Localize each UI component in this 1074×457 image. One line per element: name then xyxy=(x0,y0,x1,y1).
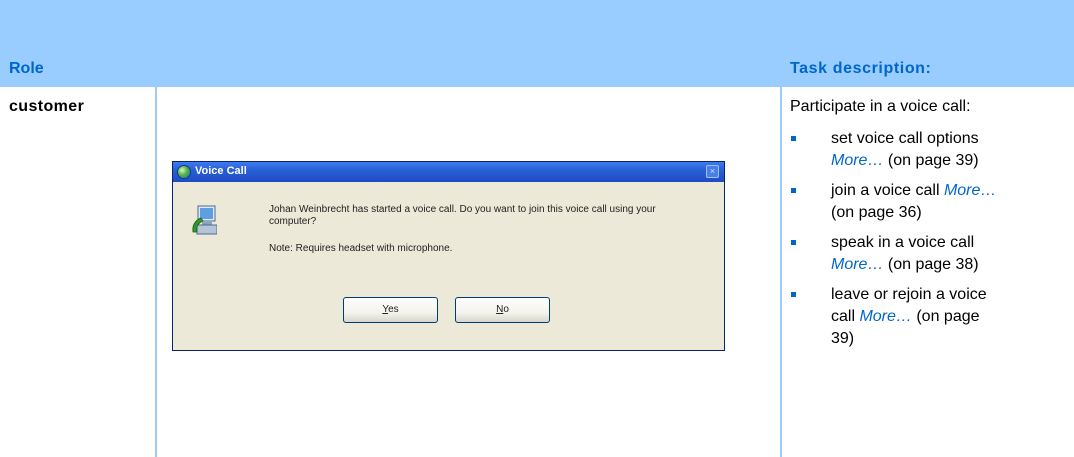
bullet-icon xyxy=(791,240,796,245)
close-icon[interactable]: × xyxy=(706,165,719,178)
role-cell: customer xyxy=(9,98,85,115)
more-link[interactable]: More… xyxy=(831,152,883,169)
list-item: join a voice call More… (on page 36) xyxy=(790,180,1074,224)
column-divider-right xyxy=(780,87,782,457)
computer-phone-icon xyxy=(192,205,217,235)
list-item: set voice call options More… (on page 39… xyxy=(790,128,1074,172)
voice-call-dialog-screenshot: Voice Call × Johan Weinbrecht has starte… xyxy=(172,161,725,351)
dialog-titlebar: Voice Call × xyxy=(173,162,724,182)
table-header: Role Task description: xyxy=(0,0,1074,87)
dialog-title: Voice Call xyxy=(195,165,247,177)
bullet-icon xyxy=(791,188,796,193)
list-item: speak in a voice call More… (on page 38) xyxy=(790,232,1074,276)
bullet-icon xyxy=(791,136,796,141)
yes-button[interactable]: Yes xyxy=(343,297,438,323)
dialog-note: Note: Requires headset with microphone. xyxy=(269,243,453,254)
header-task-description: Task description: xyxy=(790,60,932,77)
dialog-message: Johan Weinbrecht has started a voice cal… xyxy=(269,204,656,227)
globe-icon xyxy=(177,165,191,179)
more-link[interactable]: More… xyxy=(859,308,911,325)
more-link[interactable]: More… xyxy=(944,182,996,199)
more-link[interactable]: More… xyxy=(831,256,883,273)
task-intro: Participate in a voice call: xyxy=(790,98,971,115)
list-item: leave or rejoin a voice call More… (on p… xyxy=(790,284,1074,350)
bullet-icon xyxy=(791,292,796,297)
column-divider-left xyxy=(155,87,157,457)
task-list: set voice call options More… (on page 39… xyxy=(790,128,1074,358)
no-button[interactable]: No xyxy=(455,297,550,323)
header-role: Role xyxy=(9,60,44,77)
